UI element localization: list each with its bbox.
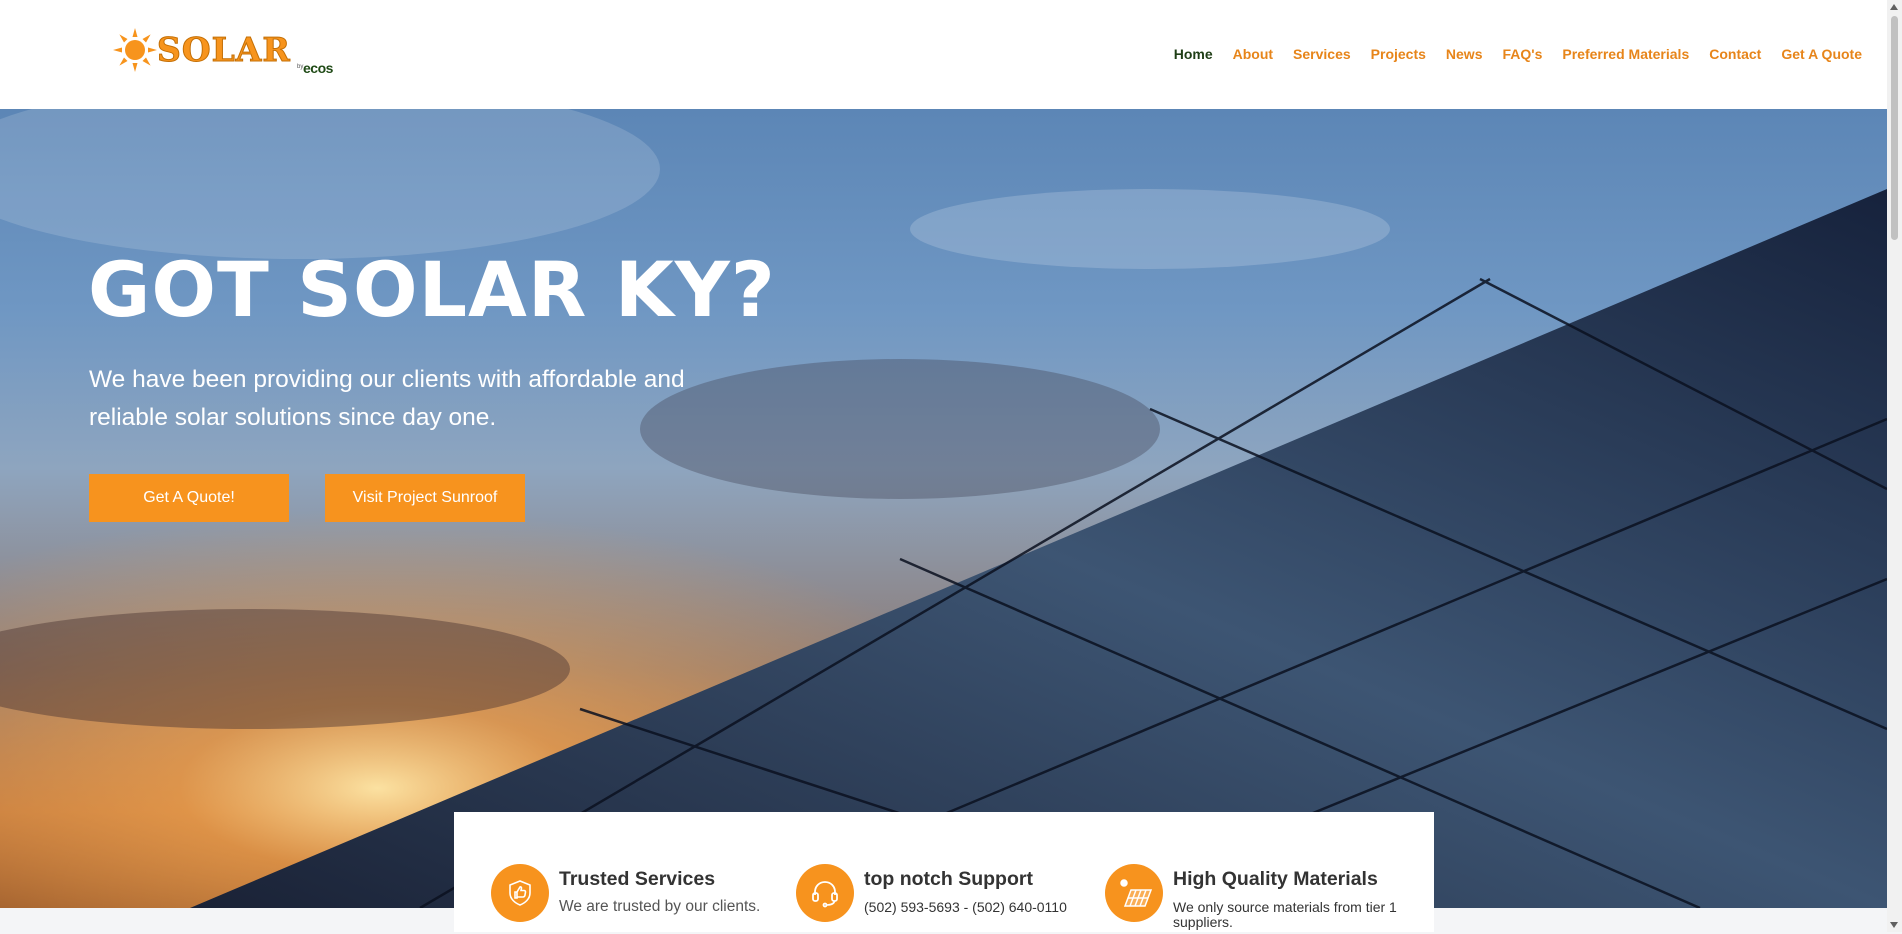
shield-thumbs-up-icon <box>491 864 549 922</box>
hero-subtitle: We have been providing our clients with … <box>89 366 685 431</box>
logo-wordmark: SOLAR <box>157 30 291 69</box>
headset-icon <box>796 864 854 922</box>
sun-logo-icon <box>113 28 157 72</box>
feature-text: (502) 593-5693 - (502) 640-0110 <box>864 899 1067 915</box>
hero-section: GOT SOLAR KY? We have been providing our… <box>0 109 1887 908</box>
feature-quality-materials: High Quality Materials We only source ma… <box>1105 864 1425 934</box>
main-nav: Home About Services Projects News FAQ's … <box>1154 46 1862 62</box>
solar-ecos-logo[interactable]: SOLAR by ecos <box>113 28 358 78</box>
site-header: SOLAR by ecos Home About Services Projec… <box>0 0 1887 109</box>
features-panel: Trusted Services We are trusted by our c… <box>454 812 1434 932</box>
nav-home[interactable]: Home <box>1174 46 1213 62</box>
solar-panel-icon <box>1105 864 1163 922</box>
get-a-quote-button[interactable]: Get A Quote! <box>89 474 289 522</box>
nav-news[interactable]: News <box>1446 46 1483 62</box>
nav-preferred-materials[interactable]: Preferred Materials <box>1562 46 1689 62</box>
nav-contact[interactable]: Contact <box>1709 46 1761 62</box>
nav-services[interactable]: Services <box>1293 46 1351 62</box>
nav-get-a-quote[interactable]: Get A Quote <box>1781 46 1862 62</box>
feature-text: We only source materials from tier 1 sup… <box>1173 899 1397 930</box>
nav-projects[interactable]: Projects <box>1371 46 1426 62</box>
nav-faqs[interactable]: FAQ's <box>1502 46 1542 62</box>
visit-project-sunroof-button[interactable]: Visit Project Sunroof <box>325 474 525 522</box>
scroll-up-arrow-icon[interactable] <box>1890 4 1898 10</box>
nav-about[interactable]: About <box>1233 46 1273 62</box>
feature-title: top notch Support <box>864 868 1033 890</box>
feature-trusted-services: Trusted Services We are trusted by our c… <box>491 864 791 934</box>
feature-title: Trusted Services <box>559 868 716 890</box>
hero-title: GOT SOLAR KY? <box>88 245 776 334</box>
logo-ecos-text: ecos <box>303 60 333 76</box>
scroll-down-arrow-icon[interactable] <box>1890 922 1898 928</box>
scrollbar-thumb[interactable] <box>1891 16 1898 240</box>
feature-support: top notch Support (502) 593-5693 - (502)… <box>796 864 1096 934</box>
feature-title: High Quality Materials <box>1173 868 1378 890</box>
feature-text: We are trusted by our clients. <box>559 898 761 915</box>
page-scrollbar[interactable] <box>1887 0 1902 932</box>
